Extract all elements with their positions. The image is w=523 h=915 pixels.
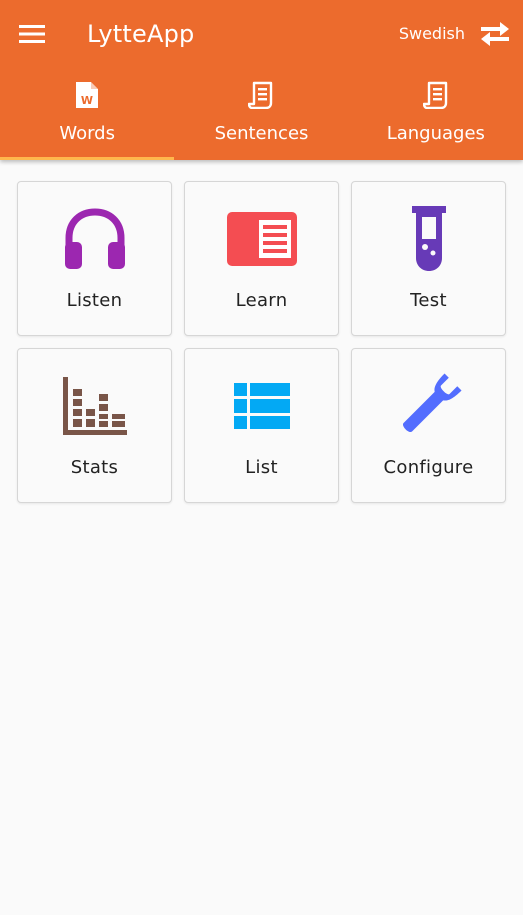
tab-bar: W Words Sentences Languages	[0, 72, 523, 160]
headphones-icon	[64, 208, 125, 269]
listen-card[interactable]: Listen	[17, 181, 172, 336]
list-card[interactable]: List	[184, 348, 339, 503]
app-bar: LytteApp Swedish W Words Sentences Langu…	[0, 0, 523, 160]
learn-card[interactable]: Learn	[184, 181, 339, 336]
menu-button[interactable]	[14, 17, 50, 51]
tab-languages-label: Languages	[386, 123, 485, 144]
app-title: LytteApp	[87, 20, 195, 48]
tab-words[interactable]: W Words	[0, 72, 175, 160]
bar-chart-icon	[62, 377, 127, 435]
configure-label: Configure	[383, 457, 474, 478]
swap-language-button[interactable]	[477, 18, 513, 50]
wrench-icon	[402, 373, 462, 433]
listen-label: Listen	[66, 290, 123, 311]
test-card[interactable]: Test	[351, 181, 506, 336]
tab-sentences[interactable]: Sentences	[174, 72, 348, 160]
tab-languages[interactable]: Languages	[349, 72, 523, 160]
list-icon	[233, 383, 290, 429]
script-icon	[422, 81, 448, 109]
configure-card[interactable]: Configure	[351, 348, 506, 503]
tab-words-label: Words	[59, 123, 115, 144]
swap-arrows-icon	[481, 22, 509, 46]
stats-label: Stats	[70, 457, 119, 478]
test-label: Test	[410, 290, 447, 311]
word-document-icon: W	[76, 82, 99, 108]
hamburger-menu-icon	[19, 25, 45, 43]
list-label: List	[245, 457, 278, 478]
svg-text:W: W	[81, 94, 93, 107]
reader-icon	[226, 212, 297, 266]
learn-label: Learn	[235, 290, 288, 311]
stats-card[interactable]: Stats	[17, 348, 172, 503]
script-icon	[248, 81, 273, 109]
tab-sentences-label: Sentences	[214, 123, 309, 144]
action-grid: Listen Learn Test Stats List Configure	[17, 181, 506, 503]
test-tube-icon	[411, 206, 446, 271]
language-selector[interactable]: Swedish	[399, 24, 465, 43]
